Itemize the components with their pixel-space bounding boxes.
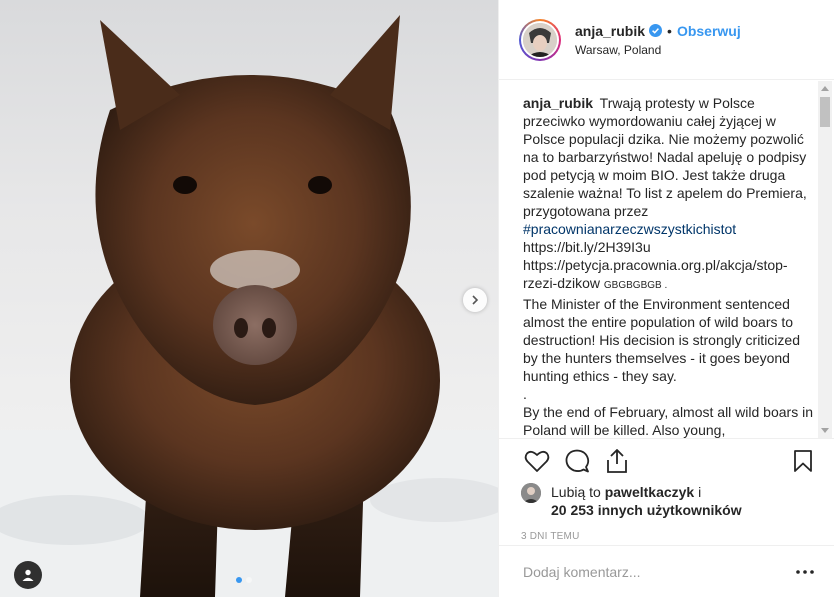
likes-text: Lubią to paweltkaczyk i 20 253 innych uż… — [551, 483, 742, 519]
post-actions: Lubią to paweltkaczyk i 20 253 innych uż… — [499, 438, 834, 542]
post-sidebar: anja_rubik • Obserwuj Warsaw, Poland anj… — [498, 0, 834, 597]
carousel-indicator — [236, 577, 252, 583]
scroll-down-button[interactable] — [818, 424, 832, 438]
comment-button[interactable] — [561, 445, 593, 477]
post-timestamp[interactable]: 3 dni temu — [521, 531, 819, 542]
more-dots-icon — [796, 569, 814, 574]
likes-count[interactable]: 20 253 innych użytkowników — [551, 502, 742, 518]
scroll-thumb[interactable] — [820, 97, 830, 127]
likes-conj: i — [698, 484, 702, 500]
flag-emojis: GBGBGBGB . — [603, 280, 668, 291]
follow-button[interactable]: Obserwuj — [677, 23, 741, 39]
add-comment-section — [499, 545, 834, 597]
author-info: anja_rubik • Obserwuj Warsaw, Poland — [575, 23, 741, 57]
caption-text: anja_rubik Trwają protesty w Polsce prze… — [523, 94, 813, 438]
hashtag-link[interactable]: #pracownianarzeczwszystkichistot — [523, 221, 736, 237]
avatar-frame — [521, 20, 559, 59]
action-icons — [521, 439, 819, 483]
person-icon — [22, 569, 34, 581]
heart-icon — [524, 450, 550, 472]
author-username[interactable]: anja_rubik — [575, 23, 645, 39]
caption-text-en: The Minister of the Environment sentence… — [523, 296, 800, 384]
scroll-up-button[interactable] — [818, 81, 832, 95]
liker-username[interactable]: paweltkaczyk — [605, 484, 695, 500]
avatar — [523, 22, 557, 57]
caret-down-icon — [821, 428, 829, 433]
caption-text-pl: Trwają protesty w Polsce przeciwko wymor… — [523, 95, 807, 219]
post-image[interactable] — [0, 0, 498, 597]
more-options-button[interactable] — [793, 560, 817, 584]
chevron-right-icon — [472, 295, 479, 305]
location-link[interactable]: Warsaw, Poland — [575, 43, 741, 57]
comment-input[interactable] — [523, 563, 793, 580]
author-line: anja_rubik • Obserwuj — [575, 23, 741, 39]
caption-text-en-2: By the end of February, almost all wild … — [523, 404, 813, 438]
caption-username[interactable]: anja_rubik — [523, 95, 593, 111]
header-separator: • — [667, 22, 672, 39]
liker-avatar-image — [521, 483, 541, 503]
comment-bubble-icon — [565, 449, 590, 473]
carousel-next-button[interactable] — [463, 288, 487, 312]
caption-dot: . — [523, 386, 527, 402]
wild-boar-photo — [0, 15, 498, 597]
caption-link-1: https://bit.ly/2H39I3u — [523, 239, 651, 255]
tagged-users-button[interactable] — [14, 561, 42, 589]
verified-badge-icon — [649, 24, 663, 37]
post-header: anja_rubik • Obserwuj Warsaw, Poland — [499, 0, 834, 80]
like-button[interactable] — [521, 445, 553, 477]
share-icon — [607, 449, 627, 473]
carousel-dot — [246, 577, 252, 583]
avatar-image — [523, 22, 557, 57]
liker-avatar[interactable] — [521, 483, 541, 503]
save-button[interactable] — [787, 445, 819, 477]
story-ring[interactable] — [519, 18, 561, 61]
share-button[interactable] — [601, 445, 633, 477]
likes-summary: Lubią to paweltkaczyk i 20 253 innych uż… — [521, 483, 819, 519]
caption-area: anja_rubik Trwają protesty w Polsce prze… — [499, 81, 834, 438]
bookmark-icon — [794, 450, 812, 472]
likes-prefix: Lubią to — [551, 484, 601, 500]
caret-up-icon — [821, 86, 829, 91]
caption-scrollbar[interactable] — [818, 81, 832, 438]
carousel-dot-active — [236, 577, 242, 583]
